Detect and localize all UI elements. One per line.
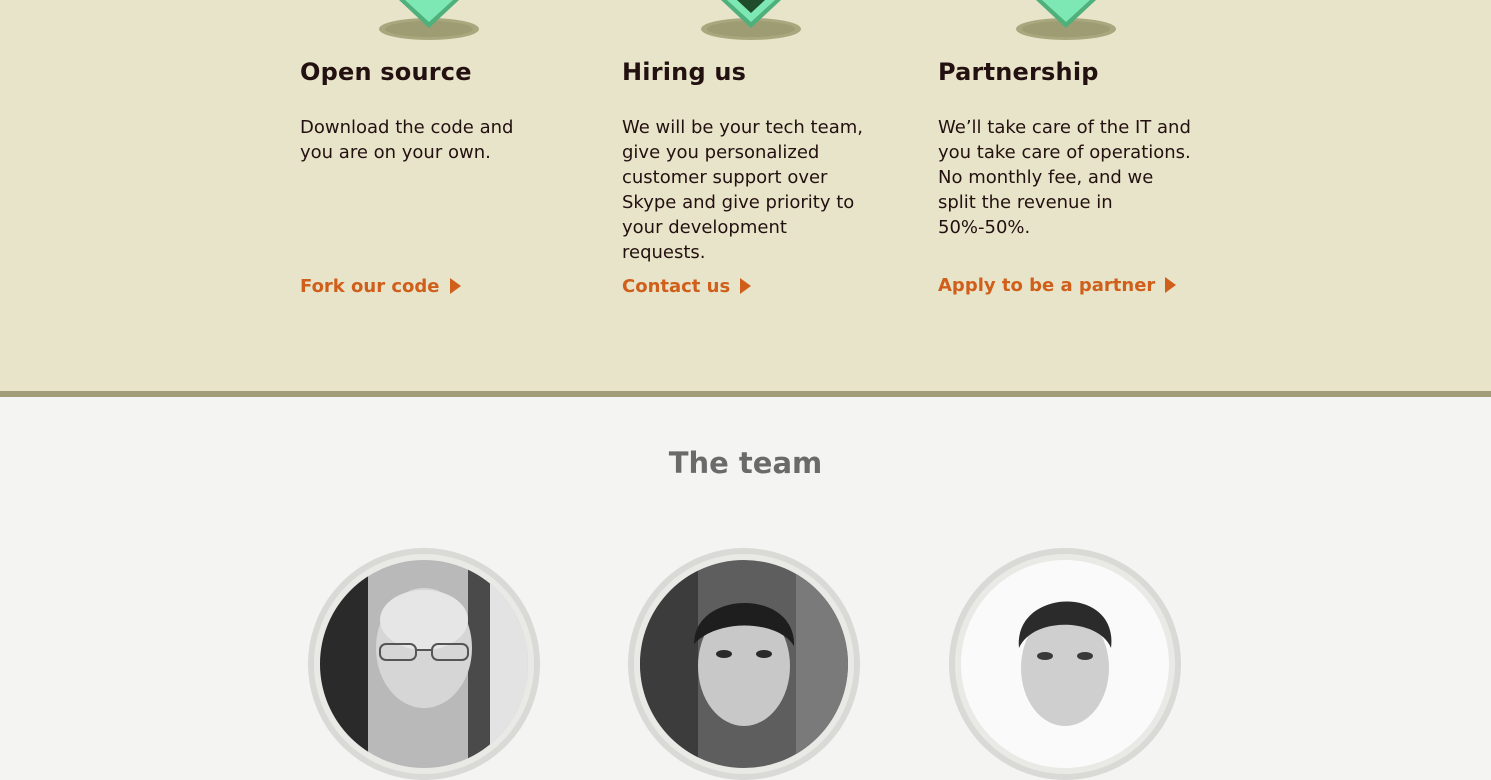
arrow-right-icon (1165, 277, 1177, 293)
diamond-badge-icon (701, 0, 801, 40)
offer-title: Hiring us (622, 58, 747, 86)
offer-title: Partnership (938, 58, 1099, 86)
link-label: Fork our code (300, 276, 440, 297)
diamond-badge-icon (1016, 0, 1116, 40)
offer-description: We’ll take care of the IT and you take c… (938, 117, 1191, 238)
diamond-badge-icon (379, 0, 479, 40)
arrow-right-icon (449, 278, 461, 294)
fork-code-link[interactable]: Fork our code (300, 276, 461, 297)
contact-us-link[interactable]: Contact us (622, 276, 752, 297)
link-label: Apply to be a partner (938, 275, 1156, 296)
offer-description: We will be your tech team, give you pers… (622, 117, 863, 263)
offers-section: Open source Download the code and you ar… (0, 0, 1491, 391)
apply-partner-link[interactable]: Apply to be a partner (938, 275, 1177, 296)
section-divider (0, 391, 1491, 397)
team-member-avatar[interactable] (628, 548, 860, 780)
team-member-avatar[interactable] (949, 548, 1181, 780)
team-title: The team (668, 446, 823, 480)
team-member-avatar[interactable] (308, 548, 540, 780)
link-label: Contact us (622, 276, 731, 297)
arrow-right-icon (740, 278, 752, 294)
offer-description: Download the code and you are on your ow… (300, 117, 514, 163)
offer-title: Open source (300, 58, 472, 86)
